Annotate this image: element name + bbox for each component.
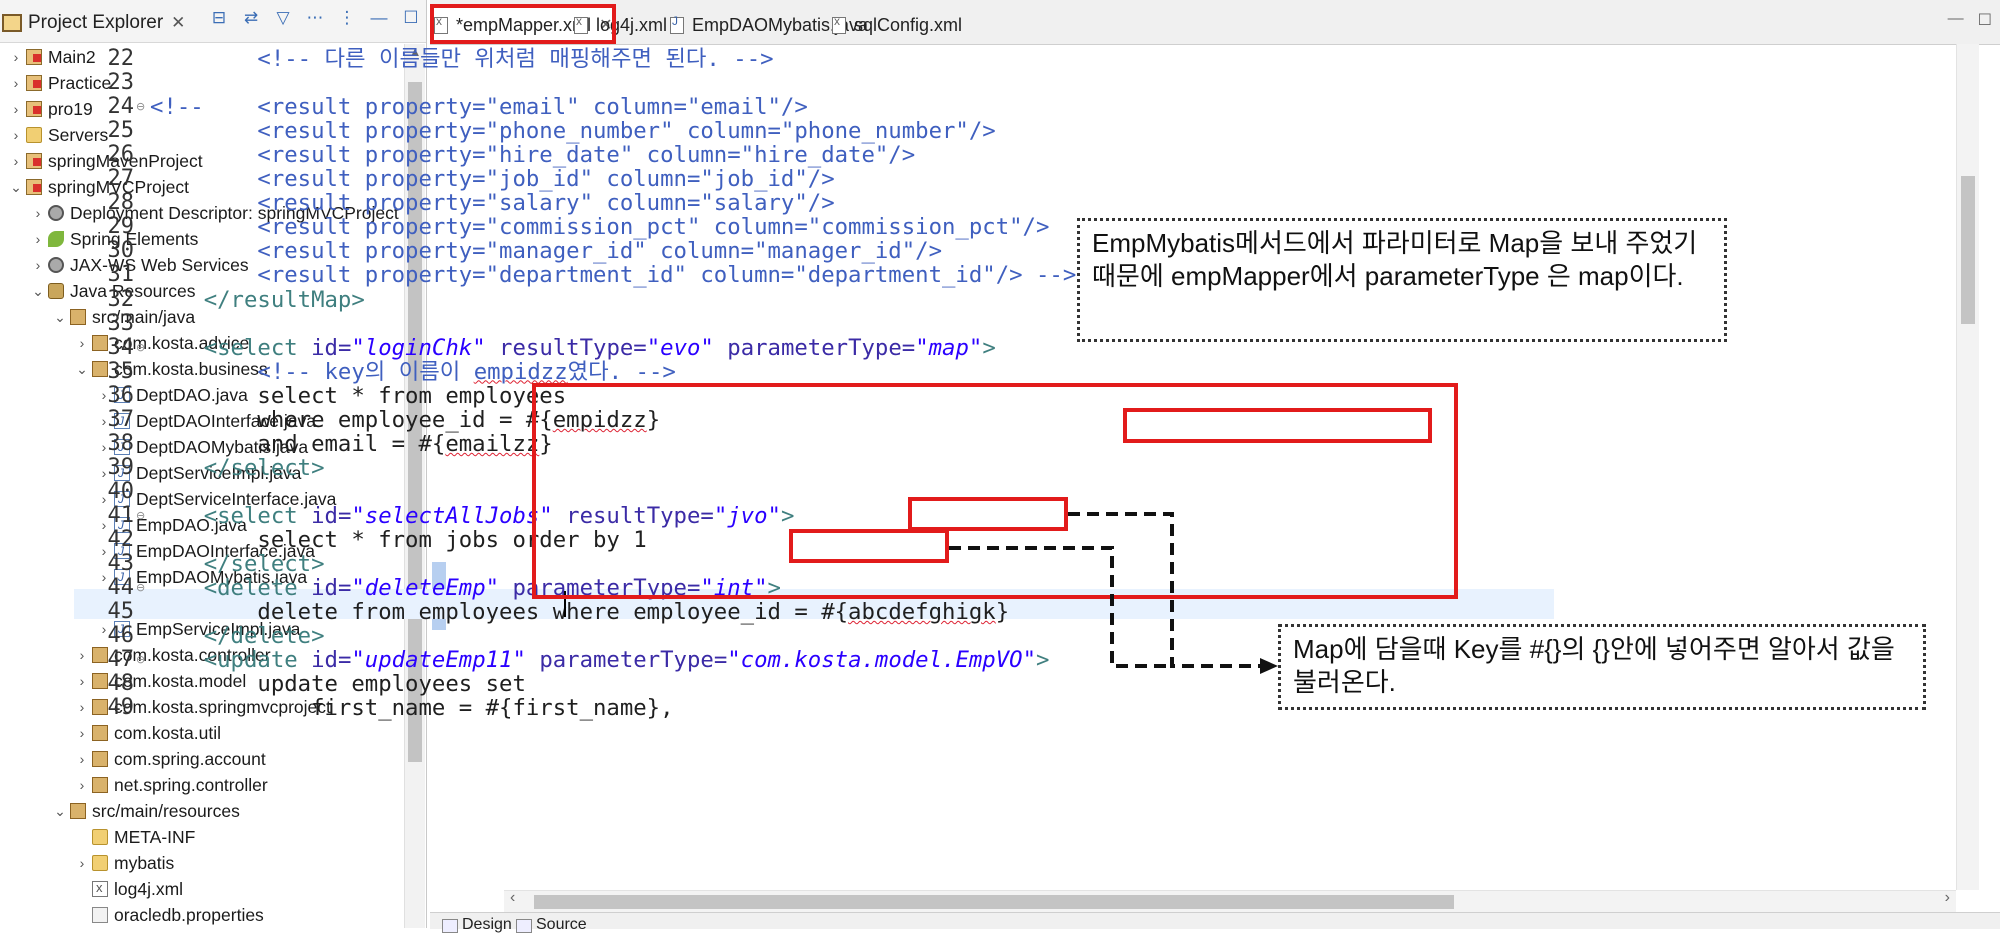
editor-tab[interactable]: sqlConfig.xml	[832, 8, 962, 42]
leaf-icon	[48, 231, 64, 247]
expand-arrow-icon[interactable]: ›	[30, 252, 46, 278]
explorer-tool-0-icon[interactable]: ⊟	[208, 8, 230, 28]
expand-arrow-icon[interactable]: ›	[30, 226, 46, 252]
fold-toggle-icon[interactable]: ⊖	[136, 501, 145, 532]
code-line[interactable]: </select>	[150, 453, 325, 484]
editor-tab-bar: —☐ *empMapper.xml✕log4j.xmlEmpDAOMybatis…	[430, 0, 2000, 45]
line-number: 49	[107, 695, 135, 721]
explorer-tab[interactable]: Project Explorer ✕	[2, 6, 185, 40]
tree-item-label: oracledb.properties	[114, 905, 264, 925]
props-icon	[92, 907, 108, 923]
emailzz-highlight	[789, 529, 949, 563]
editor-tab-controls: — ☐	[1948, 10, 1992, 30]
code-token: >	[982, 334, 996, 361]
editor-horizontal-scrollbar[interactable]: ‹ ›	[504, 889, 1956, 913]
code-token: emailzz	[445, 430, 540, 457]
maximize-icon[interactable]: ☐	[1978, 10, 1992, 30]
code-token: abcdefghigk	[848, 599, 996, 626]
scroll-left-icon[interactable]: ‹	[510, 889, 515, 907]
explorer-tool-3-icon[interactable]: ⋯	[304, 8, 326, 28]
callout-map-key: Map에 담을때 Key를 #{}의 {}안에 넣어주면 알아서 값을 불러온다…	[1278, 624, 1926, 710]
gear-icon	[48, 257, 64, 273]
fold-toggle-icon[interactable]: ⊖	[136, 333, 145, 364]
explorer-close-icon[interactable]: ✕	[171, 13, 185, 33]
editor-bottom-tabs: Design Source	[430, 912, 2000, 933]
editor-vscroll-thumb[interactable]	[1961, 176, 1975, 324]
expand-arrow-icon[interactable]: ›	[8, 44, 24, 70]
minimize-icon[interactable]: —	[1948, 10, 1964, 30]
collapse-arrow-icon[interactable]: ⌄	[52, 798, 68, 824]
fold-toggle-icon[interactable]: ⊖	[136, 645, 145, 676]
explorer-tool-1-icon[interactable]: ⇄	[240, 8, 262, 28]
expand-arrow-icon[interactable]: ›	[8, 148, 24, 174]
gear-icon	[48, 205, 64, 221]
empidzz-highlight	[908, 497, 1068, 531]
project-icon	[26, 179, 42, 195]
collapse-arrow-icon[interactable]: ⌄	[8, 174, 24, 200]
code-token: parameterType=	[525, 647, 728, 674]
tab-design[interactable]: Design	[440, 915, 512, 935]
scroll-right-icon[interactable]: ›	[1945, 889, 1950, 907]
project-icon	[26, 153, 42, 169]
expand-arrow-icon[interactable]: ›	[8, 70, 24, 96]
explorer-tool-5-icon[interactable]: —	[368, 8, 390, 28]
fold-toggle-icon[interactable]: ⊖	[136, 573, 145, 604]
collapse-arrow-icon[interactable]: ⌄	[52, 304, 68, 330]
code-token: </select>	[150, 454, 325, 481]
expand-arrow-icon[interactable]: ›	[30, 200, 46, 226]
code-line[interactable]: </resultMap>	[150, 285, 365, 316]
editor-hscroll-thumb[interactable]	[534, 895, 1454, 909]
collapse-arrow-icon[interactable]: ⌄	[30, 278, 46, 304]
code-token: parameterType=	[713, 334, 916, 361]
explorer-title: Project Explorer	[28, 12, 164, 33]
code-line[interactable]: <!-- 다른 이름들만 위처럼 매핑해주면 된다. -->	[150, 44, 774, 75]
code-token: "map"	[915, 334, 983, 361]
folder-icon	[26, 127, 42, 143]
code-token: 였다. -->	[567, 358, 676, 385]
project-icon	[26, 49, 42, 65]
explorer-toolbar: ⊟ ⇄ ▽ ⋯ ⋮ — ☐	[208, 8, 422, 28]
java-file-icon	[670, 14, 684, 34]
code-token: </resultMap>	[150, 286, 365, 313]
project-icon	[26, 101, 42, 117]
explorer-tab-icon	[2, 14, 22, 32]
code-token: }	[995, 599, 1010, 626]
parameter-type-highlight	[1123, 408, 1432, 443]
xml-file-icon	[832, 14, 846, 34]
expand-arrow-icon[interactable]: ›	[8, 96, 24, 122]
explorer-header: Project Explorer ✕ ⊟ ⇄ ▽ ⋯ ⋮ — ☐	[0, 0, 426, 43]
explorer-tool-6-icon[interactable]: ☐	[400, 8, 422, 28]
editor-tab-label: sqlConfig.xml	[854, 14, 963, 35]
tab-source[interactable]: Source	[514, 915, 587, 935]
project-icon	[26, 75, 42, 91]
code-token: "com.kosta.model.EmpVO"	[727, 647, 1036, 674]
fold-toggle-icon[interactable]: ⊖	[136, 92, 145, 123]
active-tab-highlight	[430, 4, 616, 44]
expand-arrow-icon[interactable]: ›	[8, 122, 24, 148]
editor-vertical-scrollbar[interactable]	[1956, 44, 1979, 890]
explorer-tool-2-icon[interactable]: ▽	[272, 8, 294, 28]
code-token: <!-- 다른 이름들만 위처럼 매핑해주면 된다. -->	[150, 46, 774, 72]
callout-parameter-type: EmpMybatis메서드에서 파라미터로 Map을 보내 주었기 때문에 em…	[1077, 218, 1727, 342]
explorer-tool-4-icon[interactable]: ⋮	[336, 8, 358, 28]
code-token: >	[1036, 647, 1050, 674]
tree-item[interactable]: oracledb.properties	[0, 902, 404, 928]
code-token: first_name = #{first_name},	[150, 695, 674, 722]
jar-icon	[48, 283, 64, 299]
code-line[interactable]: first_name = #{first_name},	[150, 693, 674, 724]
